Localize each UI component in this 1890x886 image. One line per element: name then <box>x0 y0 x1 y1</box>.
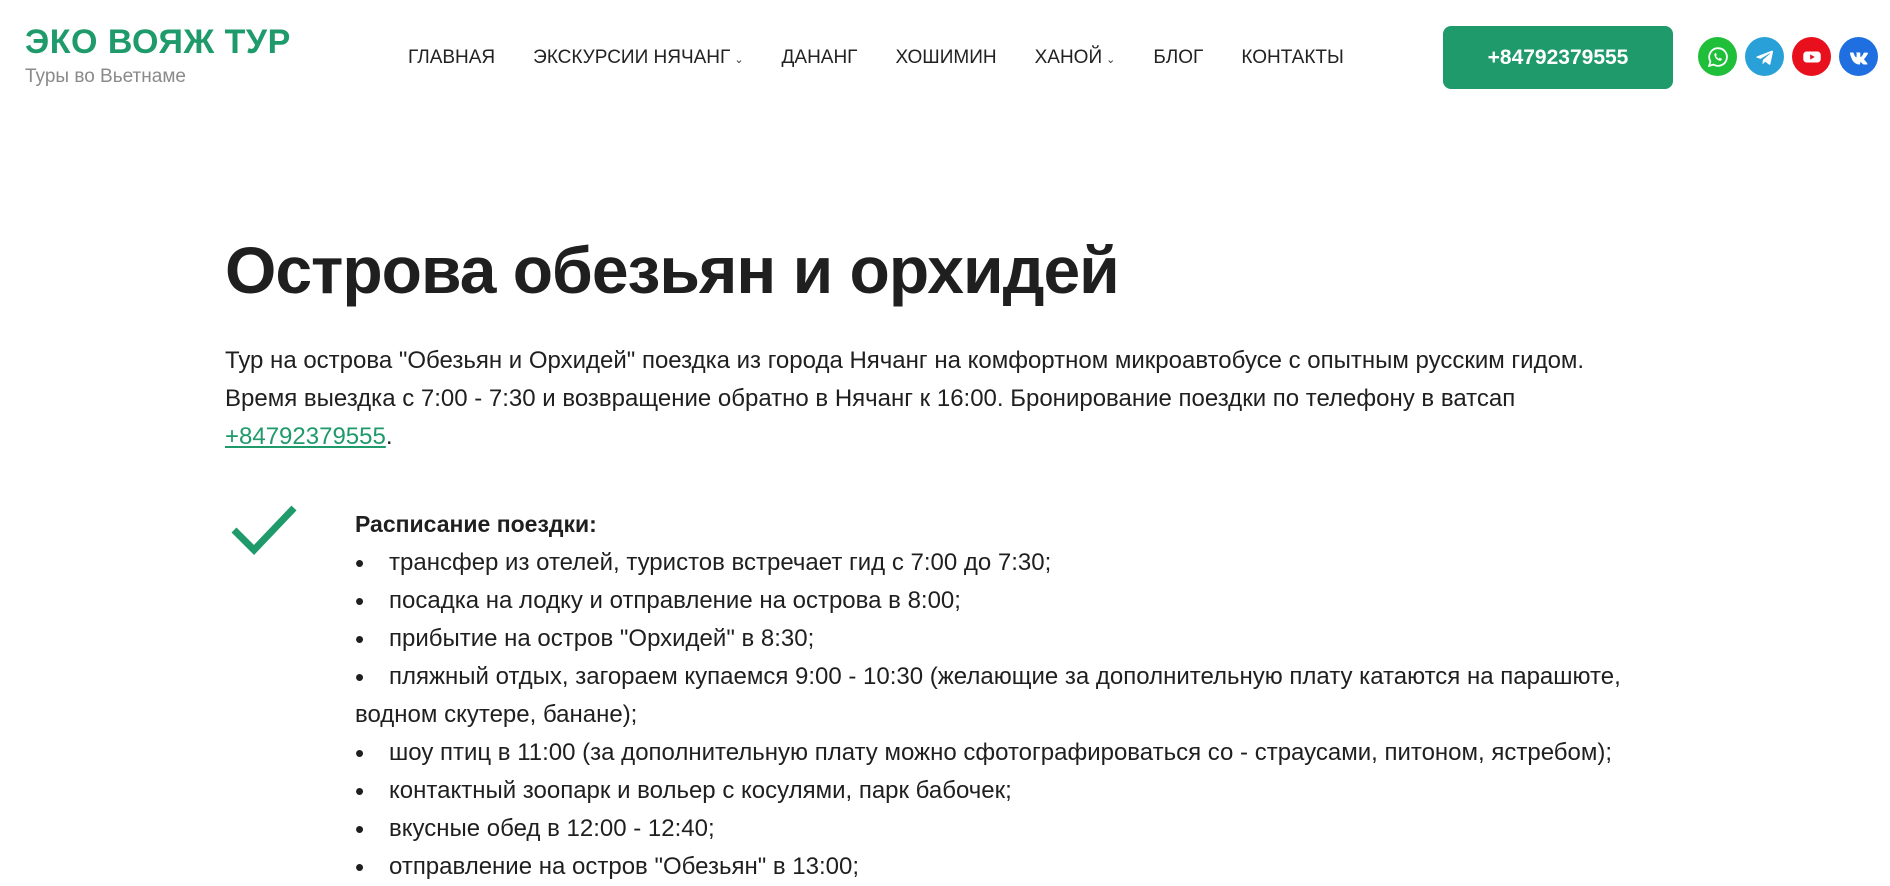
schedule-list: трансфер из отелей, туристов встречает г… <box>355 544 1665 886</box>
site-header: ЭКО ВОЯЖ ТУР Туры во Вьетнаме ГЛАВНАЯ ЭК… <box>0 0 1890 110</box>
schedule-body: Расписание поездки: трансфер из отелей, … <box>355 500 1665 886</box>
list-item: посадка на лодку и отправление на остров… <box>355 582 1665 620</box>
vk-link[interactable] <box>1839 37 1878 76</box>
telegram-link[interactable] <box>1745 37 1784 76</box>
nav-item-label: БЛОГ <box>1153 47 1204 68</box>
nav-item-label: ДАНАНГ <box>781 47 858 68</box>
intro-paragraph: Тур на острова "Обезьян и Орхидей" поезд… <box>225 342 1645 456</box>
page-title: Острова обезьян и орхидей <box>225 233 1120 307</box>
whatsapp-link[interactable] <box>1698 37 1737 76</box>
nav-item-label: КОНТАКТЫ <box>1241 47 1344 68</box>
youtube-icon <box>1802 51 1821 62</box>
list-item: контактный зоопарк и вольер с косулями, … <box>355 772 1665 810</box>
site-logo[interactable]: ЭКО ВОЯЖ ТУР Туры во Вьетнаме <box>25 22 291 88</box>
intro-end: . <box>385 423 393 450</box>
main-content: Острова обезьян и орхидей Тур на острова… <box>225 230 1665 886</box>
list-item: трансфер из отелей, туристов встречает г… <box>355 544 1665 582</box>
nav-item-nhatrang-excursions[interactable]: ЭКСКУРСИИ НЯЧАНГ ⌄ <box>533 44 743 72</box>
nav-item-contacts[interactable]: КОНТАКТЫ <box>1241 44 1344 72</box>
chevron-down-icon: ⌄ <box>1106 54 1116 66</box>
social-links <box>1698 37 1878 76</box>
nav-item-danang[interactable]: ДАНАНГ <box>782 44 858 72</box>
logo-title: ЭКО ВОЯЖ ТУР <box>25 23 291 61</box>
checkmark-icon <box>231 505 297 556</box>
intro-text: Тур на острова "Обезьян и Орхидей" поезд… <box>225 347 1585 412</box>
whatsapp-icon <box>1707 46 1728 67</box>
list-item: пляжный отдых, загораем купаемся 9:00 - … <box>355 658 1665 734</box>
list-item: отправление на остров "Обезьян" в 13:00; <box>355 848 1665 886</box>
chevron-down-icon: ⌄ <box>734 54 744 66</box>
schedule-title: Расписание поездки: <box>355 511 597 537</box>
logo-subtitle: Туры во Вьетнаме <box>25 66 186 87</box>
phone-button[interactable]: +84792379555 <box>1443 26 1673 89</box>
nav-item-hochiminh[interactable]: ХОШИМИН <box>895 44 996 72</box>
nav-item-label: ХОШИМИН <box>895 47 997 68</box>
nav-item-hanoi[interactable]: ХАНОЙ ⌄ <box>1035 44 1116 72</box>
nav-item-label: ГЛАВНАЯ <box>408 47 496 68</box>
main-nav: ГЛАВНАЯ ЭКСКУРСИИ НЯЧАНГ ⌄ ДАНАНГ ХОШИМИ… <box>408 44 1382 72</box>
nav-item-home[interactable]: ГЛАВНАЯ <box>408 44 495 72</box>
list-item: прибытие на остров "Орхидей" в 8:30; <box>355 620 1665 658</box>
youtube-link[interactable] <box>1792 37 1831 76</box>
nav-item-label: ХАНОЙ <box>1034 47 1103 68</box>
whatsapp-phone-link[interactable]: +84792379555 <box>225 423 386 450</box>
list-item: вкусные обед в 12:00 - 12:40; <box>355 810 1665 848</box>
nav-item-label: ЭКСКУРСИИ НЯЧАНГ <box>533 47 731 68</box>
telegram-icon <box>1755 50 1773 65</box>
vk-icon <box>1849 52 1868 64</box>
list-item: шоу птиц в 11:00 (за дополнительную плат… <box>355 734 1665 772</box>
nav-item-blog[interactable]: БЛОГ <box>1153 44 1203 72</box>
